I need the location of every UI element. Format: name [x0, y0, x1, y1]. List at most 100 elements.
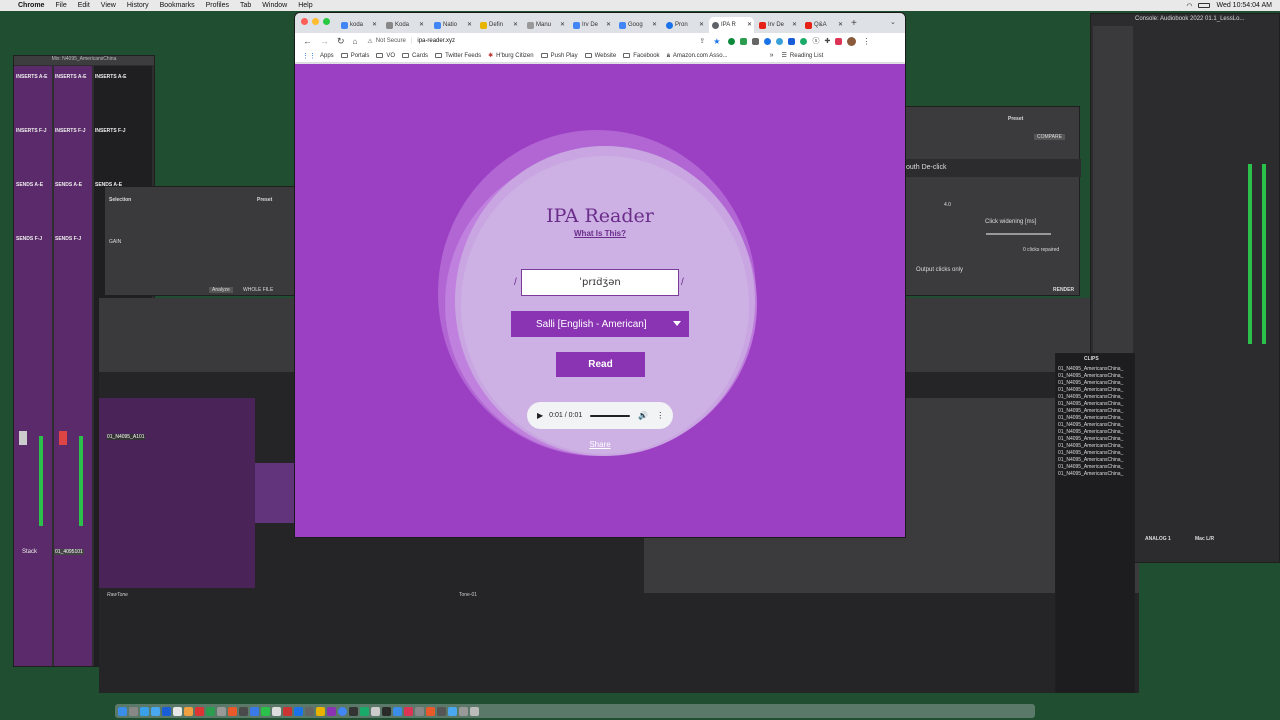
fader-cap-2[interactable] [59, 431, 67, 445]
clip-item[interactable]: 01_N4095_AmericansChina_ [1058, 387, 1134, 394]
tab-5[interactable]: Irv De ✕ [570, 17, 613, 33]
app-icon[interactable] [437, 706, 446, 716]
menu-bookmarks[interactable]: Bookmarks [160, 2, 195, 9]
chrome-icon[interactable] [338, 706, 347, 716]
app-icon[interactable] [195, 706, 204, 716]
clip-item[interactable]: 01_N4095_AmericansChina_ [1058, 394, 1134, 401]
bookmark-apps[interactable]: ⋮⋮ Apps [302, 52, 334, 60]
audio-menu-icon[interactable]: ⋮ [656, 411, 664, 420]
audio-progress-bar[interactable] [590, 414, 631, 417]
clip-item[interactable]: 01_N4095_AmericansChina_ [1058, 366, 1134, 373]
app-icon[interactable] [305, 706, 314, 716]
wifi-icon[interactable]: ◠ [1186, 2, 1192, 10]
new-tab-icon[interactable]: + [851, 18, 857, 29]
track-name-bottom[interactable]: 01_4095101 [54, 549, 84, 555]
tab-4[interactable]: Manu ✕ [524, 17, 567, 33]
edit-track-name[interactable]: 01_N4095_A101 [107, 434, 145, 440]
mail-icon[interactable] [151, 706, 160, 716]
close-tab-icon[interactable]: ✕ [372, 21, 377, 28]
tab-6[interactable]: Goog ✕ [616, 17, 659, 33]
warning-icon[interactable]: ⚠ [367, 38, 372, 45]
close-tab-icon[interactable]: ✕ [792, 21, 797, 28]
close-tab-icon[interactable]: ✕ [699, 21, 704, 28]
clip-item[interactable]: 01_N4095_AmericansChina_ [1058, 415, 1134, 422]
app-icon[interactable] [393, 706, 402, 716]
bookmark-push-play[interactable]: Push Play [540, 53, 578, 59]
clip-item[interactable]: 01_N4095_AmericansChina_ [1058, 408, 1134, 415]
app-icon[interactable] [228, 706, 237, 716]
close-tab-icon[interactable]: ✕ [560, 21, 565, 28]
app-icon[interactable] [382, 706, 391, 716]
close-window-button[interactable] [301, 18, 308, 25]
minimize-window-button[interactable] [312, 18, 319, 25]
bookmark-star-icon[interactable]: ★ [713, 37, 720, 46]
bookmark-portals[interactable]: Portals [340, 53, 369, 59]
close-tab-icon[interactable]: ✕ [747, 21, 752, 28]
app-icon[interactable] [239, 706, 248, 716]
clock[interactable]: Wed 10:54:04 AM [1216, 2, 1272, 9]
tab-1[interactable]: Koda ✕ [383, 17, 426, 33]
app-icon[interactable] [206, 706, 215, 716]
finder-icon[interactable] [118, 706, 127, 716]
app-icon[interactable] [272, 706, 281, 716]
app-icon[interactable] [250, 706, 259, 716]
tab-2[interactable]: Natio ✕ [431, 17, 474, 33]
tab-3[interactable]: Defin ✕ [477, 17, 520, 33]
bookmark-amazon[interactable]: a Amazon.com Asso... [667, 53, 728, 59]
menu-history[interactable]: History [127, 2, 149, 9]
app-icon[interactable] [448, 706, 457, 716]
play-icon[interactable]: ▶ [537, 411, 543, 420]
share-page-icon[interactable]: ⇪ [699, 37, 705, 45]
extension-icon[interactable] [764, 37, 772, 45]
volume-icon[interactable]: 🔊 [638, 411, 648, 420]
kebab-menu-icon[interactable]: ⋮ [862, 37, 870, 46]
extension-icon[interactable] [752, 37, 760, 45]
extension-icon[interactable]: ⓢ [812, 36, 819, 46]
menu-profiles[interactable]: Profiles [206, 2, 229, 9]
app-icon[interactable] [217, 706, 226, 716]
ipa-input[interactable] [521, 269, 679, 296]
menu-tab[interactable]: Tab [240, 2, 251, 9]
app-icon[interactable] [283, 706, 292, 716]
menu-file[interactable]: File [55, 2, 66, 9]
menu-app[interactable]: Chrome [18, 2, 44, 9]
clip-item[interactable]: 01_N4095_AmericansChina_ [1058, 457, 1134, 464]
extension-icon[interactable] [728, 37, 736, 45]
back-icon[interactable]: ← [303, 36, 312, 46]
zoom-window-button[interactable] [323, 18, 330, 25]
app-icon[interactable] [261, 706, 270, 716]
safari-icon[interactable] [140, 706, 149, 716]
menu-window[interactable]: Window [262, 2, 287, 9]
photos-icon[interactable] [184, 706, 193, 716]
share-link[interactable]: Share [295, 440, 905, 449]
extension-icon[interactable] [740, 37, 748, 45]
app-icon[interactable] [360, 706, 369, 716]
forward-icon[interactable]: → [320, 36, 329, 46]
clip-item[interactable]: 01_N4095_AmericansChina_ [1058, 429, 1134, 436]
menu-view[interactable]: View [101, 2, 116, 9]
reload-icon[interactable]: ↻ [337, 36, 345, 47]
puzzle-icon[interactable]: ✚ [824, 37, 830, 45]
extension-icon[interactable] [788, 37, 796, 45]
clip-item[interactable]: 01_N4095_AmericansChina_ [1058, 436, 1134, 443]
app-icon[interactable] [316, 706, 325, 716]
extension-icon[interactable] [776, 37, 784, 45]
app-icon[interactable] [426, 706, 435, 716]
bookmark-website[interactable]: Website [584, 53, 616, 59]
bookmark-cards[interactable]: Cards [402, 53, 428, 59]
fader-meter-2[interactable] [79, 436, 83, 526]
app-icon[interactable] [162, 706, 171, 716]
address-bar[interactable]: ⚠ Not Secure | ipa-reader.xyz [367, 35, 697, 48]
clip-item[interactable]: 01_N4095_AmericansChina_ [1058, 422, 1134, 429]
clip-item[interactable]: 01_N4095_AmericansChina_ [1058, 471, 1134, 478]
fader-cap-1[interactable] [19, 431, 27, 445]
avatar[interactable] [847, 36, 857, 46]
menu-help[interactable]: Help [298, 2, 312, 9]
bookmarks-overflow-icon[interactable]: » [770, 52, 774, 59]
app-icon[interactable] [327, 706, 336, 716]
clip-item[interactable]: 01_N4095_AmericansChina_ [1058, 401, 1134, 408]
voice-select[interactable]: Salli [English - American] [511, 311, 689, 337]
app-icon[interactable] [415, 706, 424, 716]
tab-7[interactable]: Pron ✕ [663, 17, 706, 33]
close-tab-icon[interactable]: ✕ [513, 21, 518, 28]
